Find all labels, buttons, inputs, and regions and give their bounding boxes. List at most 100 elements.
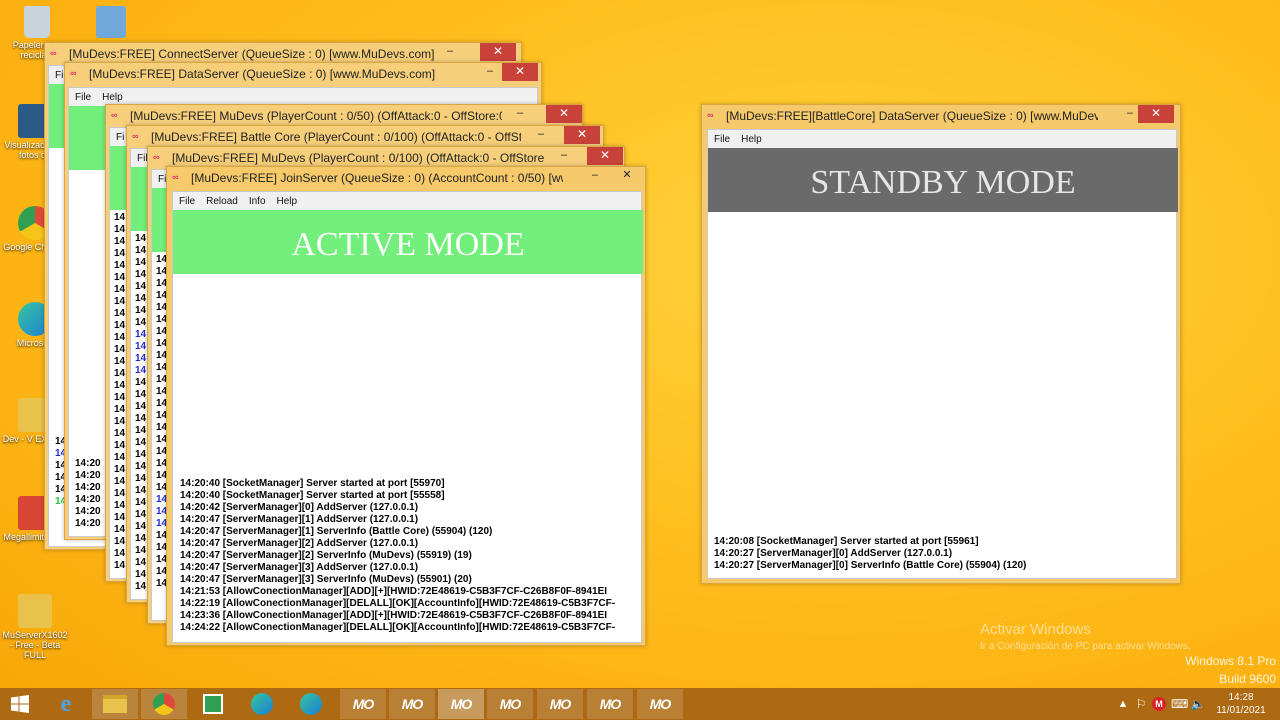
show-hidden-icons[interactable]: ▲: [1116, 688, 1130, 720]
window-join-server[interactable]: ∞ [MuDevs:FREE] JoinServer (QueueSize : …: [166, 166, 646, 646]
mu-server-icon: MO: [549, 696, 572, 712]
store-icon: [203, 694, 223, 714]
log-line: 14: [114, 260, 126, 271]
title-bar[interactable]: ∞ [MuDevs:FREE][BattleCore] DataServer (…: [702, 105, 1180, 127]
minimize-button[interactable]: ‒: [529, 126, 553, 144]
antivirus-icon[interactable]: M: [1152, 697, 1168, 711]
window-battle-data-server[interactable]: ∞ [MuDevs:FREE][BattleCore] DataServer (…: [701, 104, 1181, 584]
start-button[interactable]: [0, 689, 40, 719]
log-line: 14:20:47 [ServerManager][3] AddServer (1…: [180, 562, 419, 573]
log-line: 14: [135, 257, 147, 268]
log-line: 14: [135, 317, 147, 328]
close-button[interactable]: ✕: [564, 126, 600, 144]
log-line: 14:20:27 [ServerManager][0] AddServer (1…: [714, 548, 953, 559]
activate-windows-title: Activar Windows: [980, 621, 1091, 638]
menu-info[interactable]: Info: [243, 192, 271, 207]
minimize-button[interactable]: ‒: [478, 63, 502, 81]
mu-app-icon: ∞: [707, 110, 714, 120]
clock[interactable]: 14:28 11/01/2021: [1212, 688, 1270, 720]
close-button[interactable]: ✕: [615, 167, 639, 185]
log-line: 14: [114, 500, 126, 511]
log-line: 14: [114, 248, 126, 259]
title-bar[interactable]: ∞ [MuDevs:FREE] DataServer (QueueSize : …: [65, 63, 541, 85]
menu-help[interactable]: Help: [96, 88, 128, 103]
taskbar-chrome[interactable]: [141, 689, 187, 719]
taskbar-edge[interactable]: [239, 689, 285, 719]
window-title: [MuDevs:FREE] JoinServer (QueueSize : 0)…: [191, 171, 563, 185]
log-line: 14:20:40 [SocketManager] Server started …: [180, 478, 445, 489]
log-line: 14: [135, 353, 147, 364]
log-line: 14: [135, 461, 147, 472]
window-title: [MuDevs:FREE] MuDevs (PlayerCount : 0/50…: [130, 109, 502, 123]
windows-logo-icon: [11, 695, 29, 713]
taskbar-file-explorer[interactable]: [92, 689, 138, 719]
taskbar-mu-server-5[interactable]: MO: [537, 689, 583, 719]
clock-date: 11/01/2021: [1216, 705, 1266, 716]
log-line: 14: [135, 413, 147, 424]
desktop-icon-muserver-folder[interactable]: MuServerX1602 - Free - Beta FULL: [0, 594, 70, 660]
log-line: 14: [135, 401, 147, 412]
log-line: 14: [114, 392, 126, 403]
menu-reload[interactable]: Reload: [200, 192, 243, 207]
log-line: 14: [114, 488, 126, 499]
log-line: 14: [114, 512, 126, 523]
mode-label: ACTIVE MODE: [291, 226, 525, 263]
log-line: 14:20:47 [ServerManager][2] ServerInfo (…: [180, 550, 472, 561]
taskbar-mu-server-3[interactable]: MO: [438, 689, 484, 719]
desktop-icon-notepad[interactable]: [76, 6, 146, 40]
taskbar-mu-server-6[interactable]: MO: [587, 689, 633, 719]
menu-bar: File Help: [708, 130, 1176, 148]
taskbar-mu-server-2[interactable]: MO: [389, 689, 435, 719]
log-line: 14: [114, 404, 126, 415]
mu-app-icon: ∞: [153, 152, 160, 162]
title-bar[interactable]: ∞ [MuDevs:FREE] JoinServer (QueueSize : …: [167, 167, 645, 189]
log-line: 14: [114, 368, 126, 379]
taskbar-store[interactable]: [190, 689, 236, 719]
log-line: 14: [114, 284, 126, 295]
log-line: 14: [114, 344, 126, 355]
taskbar-edge-2[interactable]: [288, 689, 334, 719]
taskbar-mu-server-1[interactable]: MO: [340, 689, 386, 719]
close-button[interactable]: ✕: [502, 63, 538, 81]
keyboard-icon[interactable]: ⌨: [1171, 688, 1188, 720]
activate-windows-subtitle: Ir a Configuración de PC para activar Wi…: [980, 641, 1191, 652]
mu-app-icon: ∞: [70, 68, 77, 78]
window-title: [MuDevs:FREE] Battle Core (PlayerCount :…: [151, 130, 521, 144]
volume-icon[interactable]: 🔈: [1190, 688, 1206, 720]
log-area: 14 14 14 14 14 14 14 14 14 14 14 14 14 14 14 14 14 14 14 14…: [114, 212, 125, 572]
taskbar-mu-server-7[interactable]: MO: [637, 689, 683, 719]
log-line: 14:20:47 [ServerManager][2] AddServer (1…: [180, 538, 419, 549]
taskbar-mu-server-4[interactable]: MO: [487, 689, 533, 719]
close-button[interactable]: ✕: [546, 105, 582, 123]
log-line: 14: [114, 356, 126, 367]
menu-file[interactable]: File: [173, 192, 200, 207]
menu-bar: File Reload Info Help: [173, 192, 641, 210]
minimize-button[interactable]: ‒: [552, 147, 576, 165]
log-line: 14: [135, 521, 147, 532]
close-button[interactable]: ✕: [480, 43, 516, 61]
log-line: 14: [114, 296, 126, 307]
log-line: 14:23:36 [AllowConectionManager][ADD][+]…: [180, 610, 608, 621]
minimize-button[interactable]: ‒: [583, 167, 607, 185]
taskbar-ie[interactable]: e: [43, 689, 89, 719]
log-line: 14: [135, 449, 147, 460]
network-icon[interactable]: ⚐: [1133, 688, 1149, 720]
close-button[interactable]: ✕: [1138, 105, 1174, 123]
windows-edition: Windows 8.1 Pro: [1185, 654, 1276, 668]
log-area: 14:20:40 [SocketManager] Server started …: [180, 478, 642, 634]
minimize-button[interactable]: ‒: [438, 43, 462, 61]
close-button[interactable]: ✕: [587, 147, 623, 165]
minimize-button[interactable]: ‒: [508, 105, 532, 123]
menu-file[interactable]: File: [708, 130, 735, 145]
log-line: 14: [135, 557, 147, 568]
taskbar: e MO MO MO MO MO MO MO ▲ ⚐ M ⌨ 🔈 14:28 1…: [0, 688, 1280, 720]
title-bar[interactable]: ∞ [MuDevs:FREE] MuDevs (PlayerCount : 0/…: [106, 105, 582, 127]
log-line: 14: [135, 509, 147, 520]
menu-help[interactable]: Help: [735, 130, 767, 145]
menu-help[interactable]: Help: [271, 192, 303, 207]
log-line: 14: [135, 305, 147, 316]
menu-file[interactable]: File: [69, 88, 96, 103]
log-area: 14:20 14:20 14:20 14:20 14:20 14:20: [75, 458, 101, 529]
internet-explorer-icon: e: [60, 690, 72, 717]
title-bar[interactable]: ∞ [MuDevs:FREE] Battle Core (PlayerCount…: [127, 126, 603, 148]
